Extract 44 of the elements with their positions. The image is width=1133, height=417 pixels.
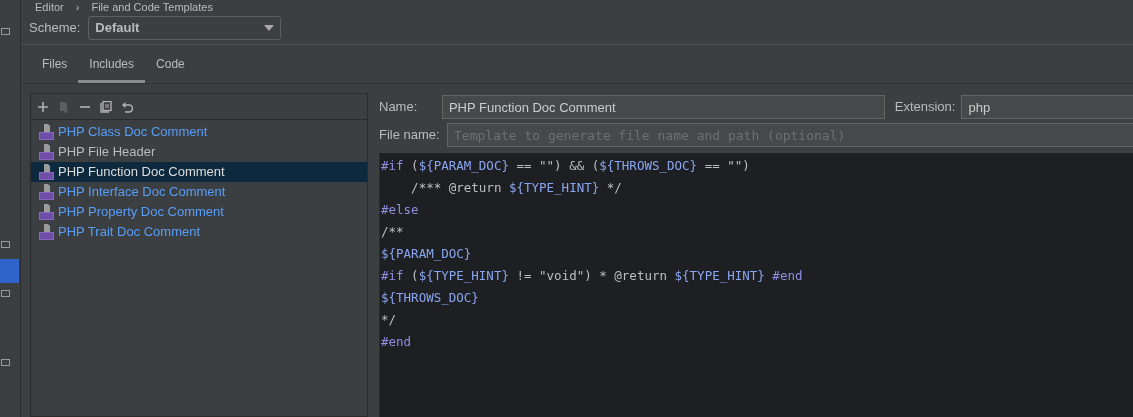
code-line: ${PARAM_DOC} xyxy=(381,245,473,263)
template-item[interactable]: PHP Class Doc Comment xyxy=(31,122,367,142)
node-icon xyxy=(1,28,10,35)
breadcrumb-item: Editor xyxy=(35,1,64,13)
php-file-icon xyxy=(39,144,54,160)
copy-icon[interactable] xyxy=(100,100,112,113)
node-icon xyxy=(1,290,10,297)
code-line: #if (${PARAM_DOC} == "") && (${THROWS_DOC} == "") xyxy=(381,157,751,175)
php-file-icon xyxy=(39,204,54,220)
code-line: /*** @return ${TYPE_HINT} */ xyxy=(410,179,623,197)
template-item[interactable]: PHP Trait Doc Comment xyxy=(31,222,367,242)
node-icon xyxy=(1,359,10,366)
template-item[interactable]: PHP Interface Doc Comment xyxy=(31,182,367,202)
code-line: #if (${TYPE_HINT} != "void") * @return ${TYPE_HINT} #end xyxy=(381,267,804,285)
code-line: ${THROWS_DOC} xyxy=(381,289,480,307)
scheme-label: Scheme: xyxy=(29,19,81,38)
name-label: Name: xyxy=(379,98,419,117)
breadcrumb-separator: › xyxy=(75,1,80,13)
selection-highlight xyxy=(0,259,19,283)
tab[interactable]: Code xyxy=(145,49,196,83)
template-item[interactable]: PHP File Header xyxy=(31,142,367,162)
code-line: /** xyxy=(381,223,405,241)
dropdown-caret-icon xyxy=(264,25,275,31)
php-file-icon xyxy=(39,184,54,200)
template-item[interactable]: PHP Property Doc Comment xyxy=(31,202,367,222)
extension-field[interactable]: php xyxy=(961,95,1133,119)
code-line: */ xyxy=(381,311,398,329)
php-file-icon xyxy=(39,164,54,180)
code-line: #else xyxy=(381,201,420,219)
extension-label: Extension: xyxy=(894,98,956,117)
breadcrumb-item: File and Code Templates xyxy=(91,1,213,13)
name-field[interactable]: PHP Function Doc Comment xyxy=(441,95,886,119)
php-file-icon xyxy=(39,124,54,140)
template-item[interactable]: PHP Function Doc Comment xyxy=(31,162,367,182)
file-name-label: File name: xyxy=(379,126,441,145)
undo-icon[interactable] xyxy=(121,100,133,113)
code-editor[interactable]: #if (${PARAM_DOC} == "") && (${THROWS_DOC} == "") /*** @return ${TYPE_HINT} */ #else /** ${PARAM_DOC} #if (${TYPE_HINT} != "void") * @return ${TYPE_HINT} #end ${THROWS_DOC} */ #end xyxy=(379,153,1133,417)
code-line: #end xyxy=(381,333,413,351)
node-icon xyxy=(1,241,10,248)
scheme-dropdown[interactable]: Default xyxy=(88,16,282,40)
add-icon[interactable] xyxy=(37,100,49,113)
tab[interactable]: Files xyxy=(31,49,79,83)
php-file-icon xyxy=(39,224,54,240)
tab[interactable]: Includes xyxy=(78,49,146,83)
